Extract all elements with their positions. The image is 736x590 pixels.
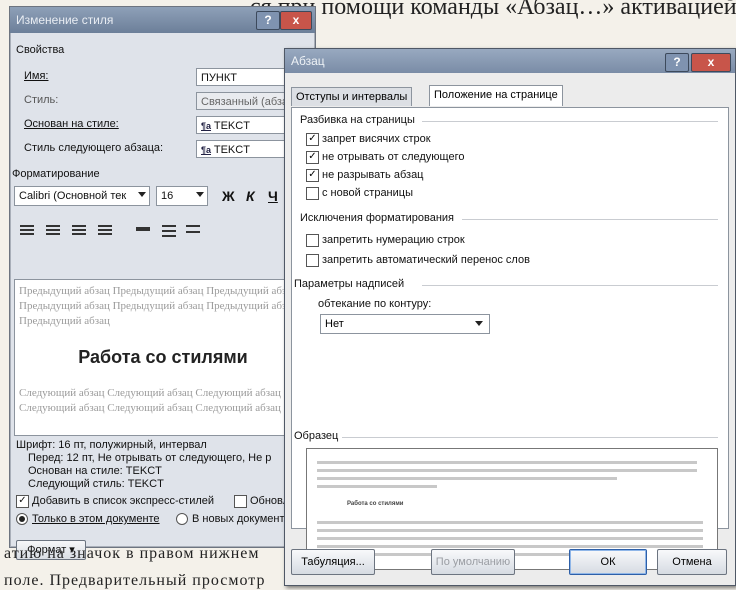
group-divider — [422, 121, 718, 122]
page-bottom-text: атию на значок в правом нижнем — [4, 545, 260, 562]
font-value: Calibri (Основной тек — [19, 190, 127, 202]
keep-with-next-checkbox[interactable]: ✓ — [306, 151, 319, 164]
sample-group-title: Образец — [294, 430, 339, 442]
tabs-button[interactable]: Табуляция... — [291, 549, 375, 575]
suppress-line-numbers-checkbox[interactable] — [306, 234, 319, 247]
keep-with-next-label: не отрывать от следующего — [322, 151, 465, 163]
page-break-before-checkbox[interactable] — [306, 187, 319, 200]
help-icon[interactable]: ? — [665, 53, 689, 72]
sample-heading: Работа со стилями — [347, 501, 404, 507]
style-dialog-body: Свойства Имя: ПУНКТ Стиль: Связанный (аб… — [10, 34, 315, 560]
exceptions-group-title: Исключения форматирования — [300, 212, 455, 224]
new-documents-label: В новых документ — [192, 513, 285, 525]
wrap-select[interactable]: Нет — [320, 314, 490, 334]
based-on-value: TEKCT — [213, 120, 250, 132]
style-preview: Предыдущий абзац Предыдущий абзац Предыд… — [14, 279, 312, 436]
description-line: Основан на стиле: TEKCT — [28, 465, 162, 477]
sample-text-line — [317, 537, 703, 540]
preview-previous-paragraph: Предыдущий абзац Предыдущий абзац Предыд… — [19, 285, 298, 327]
add-to-gallery-label: Добавить в список экспресс-стилей — [32, 495, 215, 507]
next-style-value: TEKCT — [213, 144, 250, 156]
preview-next-paragraph: Следующий абзац Следующий абзац Следующи… — [19, 387, 281, 414]
close-icon[interactable]: x — [280, 11, 312, 30]
only-this-document-label: Только в этом документе — [32, 513, 160, 525]
sample-text-line — [317, 545, 703, 548]
align-justify-icon[interactable] — [98, 225, 112, 237]
bold-button[interactable]: Ж — [222, 188, 235, 204]
help-icon[interactable]: ? — [256, 11, 280, 30]
paragraph-dialog-titlebar: Абзац ? x — [285, 49, 735, 73]
font-size-value: 16 — [161, 190, 174, 202]
style-dialog-titlebar: Изменение стиля ? x — [10, 7, 315, 33]
description-line: Следующий стиль: TEKCT — [28, 478, 164, 490]
italic-button[interactable]: К — [246, 188, 255, 204]
spacing-double-icon[interactable] — [186, 225, 200, 237]
paragraph-dialog-title: Абзац — [291, 54, 325, 68]
underline-button[interactable]: Ч — [268, 188, 278, 204]
keep-lines-together-checkbox[interactable]: ✓ — [306, 169, 319, 182]
ok-button[interactable]: ОК — [569, 549, 647, 575]
sample-text-line — [317, 529, 703, 532]
style-dialog-title: Изменение стиля — [16, 13, 114, 27]
widow-control-label: запрет висячих строк — [322, 133, 431, 145]
next-style-label: Стиль следующего абзаца: — [24, 142, 164, 154]
widow-control-checkbox[interactable]: ✓ — [306, 133, 319, 146]
tab-line-page-breaks[interactable]: Положение на странице — [429, 85, 563, 106]
only-this-document-radio[interactable] — [16, 513, 28, 525]
align-left-icon[interactable] — [20, 225, 34, 237]
auto-update-checkbox[interactable] — [234, 495, 247, 508]
paragraph-dialog: Абзац ? x Отступы и интервалы Положение … — [284, 48, 736, 586]
cancel-button[interactable]: Отмена — [657, 549, 727, 575]
spacing-onehalf-icon[interactable] — [162, 225, 176, 237]
align-right-icon[interactable] — [72, 225, 86, 237]
add-to-gallery-checkbox[interactable]: ✓ — [16, 495, 29, 508]
textbox-group-title: Параметры надписей — [294, 278, 405, 290]
chevron-down-icon — [475, 321, 483, 326]
no-hyphenation-label: запретить автоматический перенос слов — [322, 254, 530, 266]
style-type-label: Стиль: — [24, 94, 59, 106]
no-hyphenation-checkbox[interactable] — [306, 254, 319, 267]
based-on-label: Основан на стиле: — [24, 118, 119, 130]
page-bottom-text: поле. Предварительный просмотр — [4, 572, 266, 589]
wrap-label: обтекание по контуру: — [318, 298, 432, 310]
preview-heading: Работа со стилями — [78, 347, 248, 367]
font-select[interactable]: Calibri (Основной тек — [14, 186, 150, 206]
chevron-down-icon — [196, 192, 204, 197]
properties-section-title: Свойства — [16, 44, 65, 56]
group-divider — [422, 285, 718, 286]
suppress-line-numbers-label: запретить нумерацию строк — [322, 234, 465, 246]
sample-text-line — [317, 521, 703, 524]
group-divider — [462, 219, 718, 220]
page-top-text: ся при помощи команды «Абзац…» активацие… — [250, 0, 736, 20]
sample-text-line — [317, 461, 697, 464]
sample-text-line — [317, 485, 437, 488]
page-break-before-label: с новой страницы — [322, 187, 413, 199]
tab-panel: Разбивка на страницы ✓ запрет висячих ст… — [291, 107, 729, 570]
sample-text-line — [317, 469, 697, 472]
close-icon[interactable]: x — [691, 53, 731, 72]
new-documents-radio[interactable] — [176, 513, 188, 525]
default-button[interactable]: По умолчанию — [431, 549, 515, 575]
wrap-value: Нет — [325, 318, 344, 330]
tab-indents-spacing[interactable]: Отступы и интервалы — [291, 87, 413, 106]
description-line: Перед: 12 пт, Не отрывать от следующего,… — [28, 452, 272, 464]
spacing-single-icon[interactable] — [136, 227, 150, 231]
pagination-group-title: Разбивка на страницы — [300, 114, 415, 126]
sample-text-line — [317, 477, 617, 480]
keep-lines-together-label: не разрывать абзац — [322, 169, 424, 181]
modify-style-dialog: Изменение стиля ? x Свойства Имя: ПУНКТ … — [9, 6, 316, 560]
description-line: Шрифт: 16 пт, полужирный, интервал — [16, 439, 207, 451]
style-description: Шрифт: 16 пт, полужирный, интервал Перед… — [16, 439, 306, 491]
group-divider — [342, 437, 718, 438]
formatting-section-title: Форматирование — [12, 168, 100, 180]
chevron-down-icon — [138, 192, 146, 197]
align-center-icon[interactable] — [46, 225, 60, 237]
font-size-select[interactable]: 16 — [156, 186, 208, 206]
name-label: Имя: — [24, 70, 49, 82]
